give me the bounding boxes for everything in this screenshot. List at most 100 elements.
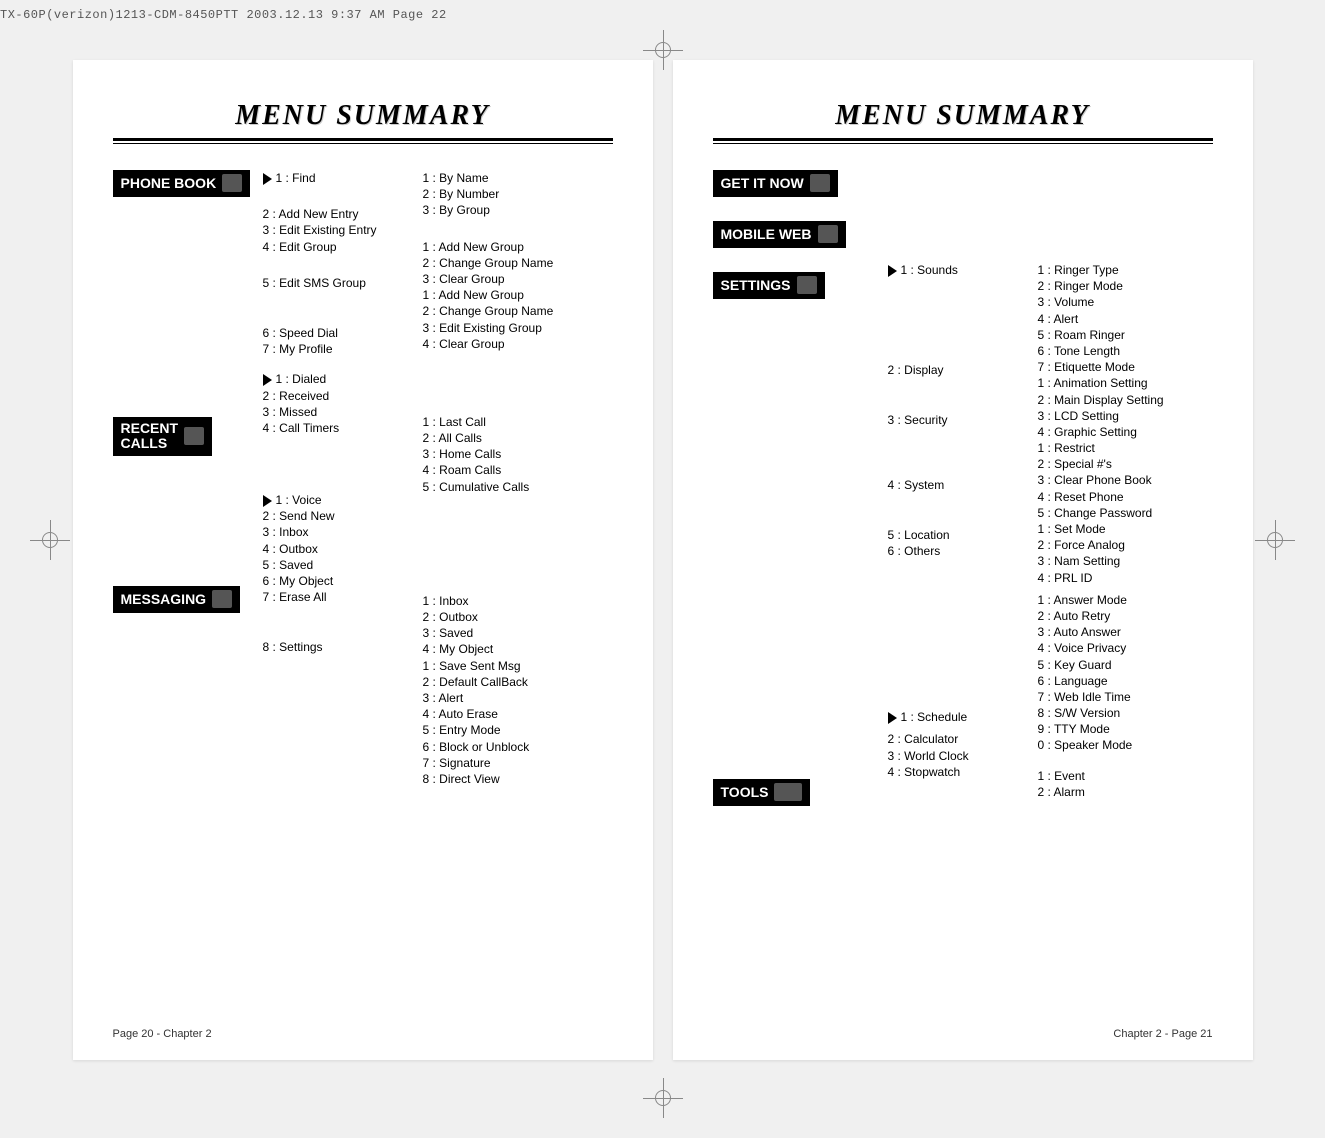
sub-item: 2 : Default CallBack xyxy=(423,674,593,690)
menu-item: 2 : Add New Entry xyxy=(263,206,413,222)
sub-item: 1 : Restrict xyxy=(1038,440,1208,456)
sub-item: 1 : Event xyxy=(1038,768,1208,784)
sub-item: 2 : All Calls xyxy=(423,430,593,446)
sub-item: 2 : Outbox xyxy=(423,609,593,625)
sub-item: 4 : Auto Erase xyxy=(423,706,593,722)
arrow-icon xyxy=(888,265,897,277)
menu-item: 2 : Display xyxy=(888,362,1028,378)
sub-item: 3 : Clear Group xyxy=(423,271,593,287)
menu-item: 3 : Inbox xyxy=(263,524,413,540)
sub-item: 2 : Auto Retry xyxy=(1038,608,1208,624)
menu-item: 6 : My Object xyxy=(263,573,413,589)
sub-item: 1 : Animation Setting xyxy=(1038,375,1208,391)
registration-mark-icon xyxy=(30,520,70,560)
sub-item: 1 : Ringer Type xyxy=(1038,262,1208,278)
sub-item: 1 : Add New Group xyxy=(423,287,593,303)
sub-item: 4 : Graphic Setting xyxy=(1038,424,1208,440)
section-tools: TOOLS xyxy=(713,779,811,806)
sub-item: 2 : Main Display Setting xyxy=(1038,392,1208,408)
sub-item: 4 : My Object xyxy=(423,641,593,657)
sub-item: 2 : Special #'s xyxy=(1038,456,1208,472)
page-right: MENU SUMMARY GET IT NOW MOBILE WEB SETTI… xyxy=(673,60,1253,1060)
phone-book-icon xyxy=(222,174,242,192)
sub-item: 3 : Volume xyxy=(1038,294,1208,310)
section-phone-book: PHONE BOOK xyxy=(113,170,251,197)
menu-item: 4 : Stopwatch xyxy=(888,764,1028,780)
get-it-now-icon xyxy=(810,174,830,192)
sub-item: 3 : Clear Phone Book xyxy=(1038,472,1208,488)
arrow-icon xyxy=(263,173,272,185)
menu-item: 4 : Edit Group xyxy=(263,239,413,255)
menu-item: 2 : Received xyxy=(263,388,413,404)
menu-item: 1 : Voice xyxy=(276,493,322,507)
menu-item: 1 : Sounds xyxy=(901,263,958,277)
sub-item: 2 : Alarm xyxy=(1038,784,1208,800)
sub-item: 5 : Roam Ringer xyxy=(1038,327,1208,343)
settings-icon xyxy=(797,276,817,294)
title-rule xyxy=(113,138,613,144)
sub-item: 2 : Change Group Name xyxy=(423,255,593,271)
section-label: GET IT NOW xyxy=(721,174,804,193)
section-label: SETTINGS xyxy=(721,276,791,295)
sub-item: 3 : Saved xyxy=(423,625,593,641)
menu-item: 1 : Schedule xyxy=(901,710,968,724)
sub-item: 7 : Etiquette Mode xyxy=(1038,359,1208,375)
arrow-icon xyxy=(263,495,272,507)
page-spread: MENU SUMMARY PHONE BOOK RECENTCALLS MESS… xyxy=(0,0,1325,1060)
sub-item: 7 : Signature xyxy=(423,755,593,771)
sub-item: 5 : Cumulative Calls xyxy=(423,479,593,495)
menu-item: 6 : Speed Dial xyxy=(263,325,413,341)
sub-item: 1 : Add New Group xyxy=(423,239,593,255)
section-mobile-web: MOBILE WEB xyxy=(713,221,846,248)
sub-item: 6 : Tone Length xyxy=(1038,343,1208,359)
sub-item: 2 : By Number xyxy=(423,186,593,202)
section-get-it-now: GET IT NOW xyxy=(713,170,838,197)
registration-mark-icon xyxy=(1255,520,1295,560)
menu-item: 7 : My Profile xyxy=(263,341,413,357)
arrow-icon xyxy=(888,712,897,724)
sub-item: 3 : Nam Setting xyxy=(1038,553,1208,569)
sub-item: 5 : Entry Mode xyxy=(423,722,593,738)
menu-item: 5 : Edit SMS Group xyxy=(263,275,413,291)
menu-item: 4 : Call Timers xyxy=(263,420,413,436)
menu-item: 3 : Missed xyxy=(263,404,413,420)
print-header-line: TX-60P(verizon)1213-CDM-8450PTT 2003.12.… xyxy=(0,8,447,22)
sub-item: 1 : By Name xyxy=(423,170,593,186)
calls-icon xyxy=(184,427,204,445)
sub-item: 4 : Voice Privacy xyxy=(1038,640,1208,656)
messaging-icon xyxy=(212,590,232,608)
menu-item: 4 : Outbox xyxy=(263,541,413,557)
section-settings: SETTINGS xyxy=(713,272,825,299)
menu-item: 8 : Settings xyxy=(263,639,413,655)
sub-item: 8 : S/W Version xyxy=(1038,705,1208,721)
sub-item: 0 : Speaker Mode xyxy=(1038,737,1208,753)
menu-item: 5 : Location xyxy=(888,527,1028,543)
sub-item: 3 : By Group xyxy=(423,202,593,218)
sub-item: 2 : Ringer Mode xyxy=(1038,278,1208,294)
menu-item: 1 : Dialed xyxy=(276,372,327,386)
menu-item: 3 : World Clock xyxy=(888,748,1028,764)
menu-item: 1 : Find xyxy=(276,171,316,185)
menu-item: 3 : Edit Existing Entry xyxy=(263,222,413,238)
sub-item: 1 : Last Call xyxy=(423,414,593,430)
section-messaging: MESSAGING xyxy=(113,586,241,613)
section-label: RECENTCALLS xyxy=(121,421,179,452)
sub-item: 4 : PRL ID xyxy=(1038,570,1208,586)
sub-item: 1 : Inbox xyxy=(423,593,593,609)
menu-item: 7 : Erase All xyxy=(263,589,413,605)
menu-item: 6 : Others xyxy=(888,543,1028,559)
page-title: MENU SUMMARY xyxy=(113,100,613,132)
sub-item: 5 : Key Guard xyxy=(1038,657,1208,673)
page-title: MENU SUMMARY xyxy=(713,100,1213,132)
sub-item: 6 : Language xyxy=(1038,673,1208,689)
sub-item: 1 : Set Mode xyxy=(1038,521,1208,537)
sub-item: 2 : Force Analog xyxy=(1038,537,1208,553)
tools-icon xyxy=(774,783,802,801)
sub-item: 4 : Reset Phone xyxy=(1038,489,1208,505)
sub-item: 5 : Change Password xyxy=(1038,505,1208,521)
sub-item: 9 : TTY Mode xyxy=(1038,721,1208,737)
page-footer-left: Page 20 - Chapter 2 xyxy=(113,1028,212,1040)
sub-item: 4 : Alert xyxy=(1038,311,1208,327)
sub-item: 3 : Edit Existing Group xyxy=(423,320,593,336)
sub-item: 3 : Home Calls xyxy=(423,446,593,462)
